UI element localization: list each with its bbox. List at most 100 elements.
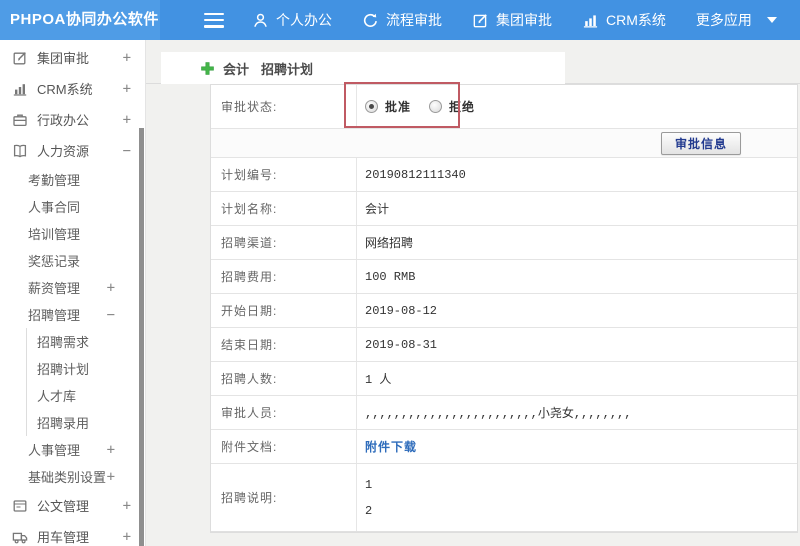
page-title-tab[interactable]: 会计 招聘计划 (161, 52, 565, 84)
sidebar-item-label: 基础类别设置 (28, 470, 107, 485)
form-row: 附件文档: 附件下载 (211, 430, 797, 464)
sidebar-item[interactable]: 招聘管理 − (0, 301, 145, 328)
topbar: PHPOA协同办公软件 个人办公 流程审批 集团审批 CRM系统 更多应用 (0, 0, 800, 40)
sidebar-item[interactable]: 用车管理 + (0, 521, 145, 546)
topbar-item-label: 流程审批 (386, 12, 442, 28)
sidebar-item[interactable]: 招聘计划 (26, 355, 145, 382)
topbar-item-4[interactable]: CRM系统 (582, 10, 666, 30)
topbar-item-2[interactable]: 流程审批 (362, 10, 442, 30)
sidebar-item[interactable]: 招聘录用 (26, 409, 145, 436)
field-value: 1 人 (365, 373, 392, 387)
field-value: 会计 (365, 203, 390, 217)
collapse-icon[interactable]: − (107, 307, 115, 323)
form-row: 招聘人数: 1 人 (211, 362, 797, 396)
field-label: 计划名称: (211, 192, 357, 225)
expand-icon[interactable]: + (123, 498, 131, 514)
expand-icon[interactable]: + (123, 112, 131, 128)
expand-icon[interactable]: + (107, 469, 115, 485)
field-value: 网络招聘 (365, 237, 414, 251)
expand-icon[interactable]: + (123, 50, 131, 66)
hamburger-menu-icon[interactable] (204, 12, 224, 28)
radio-approve-label: 批准 (385, 100, 412, 114)
field-label: 招聘说明: (211, 464, 357, 531)
sidebar-item[interactable]: 薪资管理 + (0, 274, 145, 301)
sidebar-item[interactable]: 人才库 (26, 382, 145, 409)
field-value: ,,,,,,,,,,,,,,,,,,,,,,,,小尧女,,,,,,,, (365, 407, 632, 421)
approval-info-button[interactable]: 审批信息 (660, 131, 741, 155)
add-icon (200, 61, 215, 76)
approval-status-row: 审批状态: 批准 拒绝 (211, 85, 797, 129)
radio-reject[interactable] (429, 100, 443, 113)
sidebar-scrollbar-thumb[interactable] (139, 128, 144, 546)
sidebar-item[interactable]: CRM系统 + (0, 73, 145, 104)
sidebar-item-label: 招聘需求 (37, 335, 90, 350)
topbar-item-1[interactable]: 个人办公 (252, 10, 332, 30)
form-row: 开始日期: 2019-08-12 (211, 294, 797, 328)
form-row: 招聘说明: 1 2 (211, 464, 797, 532)
form-row: 招聘渠道: 网络招聘 (211, 226, 797, 260)
field-label: 招聘人数: (211, 362, 357, 395)
sidebar-item-label: CRM系统 (37, 82, 93, 97)
user-icon (252, 12, 269, 29)
sidebar-item[interactable]: 公文管理 + (0, 490, 145, 521)
field-label: 结束日期: (211, 328, 357, 361)
form-row: 计划名称: 会计 (211, 192, 797, 226)
field-label: 计划编号: (211, 158, 357, 191)
form-row: 审批人员: ,,,,,,,,,,,,,,,,,,,,,,,,小尧女,,,,,,,, (211, 396, 797, 430)
sidebar-item-label: 人才库 (37, 389, 77, 404)
sidebar-item-label: 人事管理 (28, 443, 81, 458)
expand-icon[interactable]: + (123, 81, 131, 97)
topbar-item-5[interactable]: 更多应用 (696, 10, 777, 30)
topbar-item-label: 集团审批 (496, 12, 552, 28)
description-line: 2 (365, 504, 373, 518)
sidebar-item-label: 人事合同 (28, 200, 81, 215)
field-value: 100 RMB (365, 269, 416, 284)
field-value: 2019-08-12 (365, 303, 438, 318)
history-icon (362, 12, 379, 29)
document-icon (12, 498, 28, 514)
collapse-icon[interactable]: − (123, 143, 131, 159)
field-label: 审批人员: (211, 396, 357, 429)
field-value: 附件下载 (357, 430, 797, 463)
sidebar-item-label: 招聘管理 (28, 308, 81, 323)
form-row: 结束日期: 2019-08-31 (211, 328, 797, 362)
sidebar-item[interactable]: 人事合同 (0, 193, 145, 220)
sidebar-item[interactable]: 奖惩记录 (0, 247, 145, 274)
sidebar-item-label: 薪资管理 (28, 281, 81, 296)
topbar-item-3[interactable]: 集团审批 (472, 10, 552, 30)
page-title-name: 会计 (223, 61, 250, 77)
expand-icon[interactable]: + (123, 529, 131, 545)
sidebar-item[interactable]: 人事管理 + (0, 436, 145, 463)
expand-icon[interactable]: + (107, 280, 115, 296)
sidebar-item-label: 招聘录用 (37, 416, 90, 431)
sidebar-item[interactable]: 招聘需求 (26, 328, 145, 355)
field-label: 开始日期: (211, 294, 357, 327)
field-value: 20190812111340 (365, 167, 466, 182)
expand-icon[interactable]: + (107, 442, 115, 458)
edit-icon (12, 50, 28, 66)
button-row: 审批信息 (211, 129, 797, 158)
form-row: 招聘费用: 100 RMB (211, 260, 797, 294)
page-title-type: 招聘计划 (261, 61, 314, 77)
truck-icon (12, 529, 28, 545)
sidebar-nav: 集团审批 + CRM系统 + 行政办公 + 人力资源 − 考勤管理 人事合同 培训管理 奖惩记录 薪资管… (0, 42, 145, 546)
topbar-item-label: 更多应用 (695, 12, 752, 28)
topbar-menu: 个人办公 流程审批 集团审批 CRM系统 更多应用 (252, 10, 777, 30)
approval-form: 审批状态: 批准 拒绝 审批信息 计划编号: 20190812111340 计划名称… (210, 84, 798, 533)
sidebar-item-label: 用车管理 (37, 530, 90, 545)
sidebar-item[interactable]: 行政办公 + (0, 104, 145, 135)
sidebar-item[interactable]: 考勤管理 (0, 166, 145, 193)
sidebar-item[interactable]: 基础类别设置 + (0, 463, 145, 490)
radio-approve[interactable] (365, 100, 378, 113)
form-row: 计划编号: 20190812111340 (211, 158, 797, 192)
sidebar-item[interactable]: 集团审批 + (0, 42, 145, 73)
field-label: 招聘渠道: (211, 226, 357, 259)
sidebar: 集团审批 + CRM系统 + 行政办公 + 人力资源 − 考勤管理 人事合同 培训管理 奖惩记录 薪资管… (0, 40, 146, 546)
sidebar-item[interactable]: 人力资源 − (0, 135, 145, 166)
book-icon (12, 143, 28, 159)
sidebar-item[interactable]: 培训管理 (0, 220, 145, 247)
sidebar-item-label: 奖惩记录 (28, 254, 81, 269)
approval-options: 批准 拒绝 (357, 85, 797, 128)
attachment-download-link[interactable]: 附件下载 (365, 438, 417, 455)
topbar-item-label: CRM系统 (606, 12, 666, 28)
